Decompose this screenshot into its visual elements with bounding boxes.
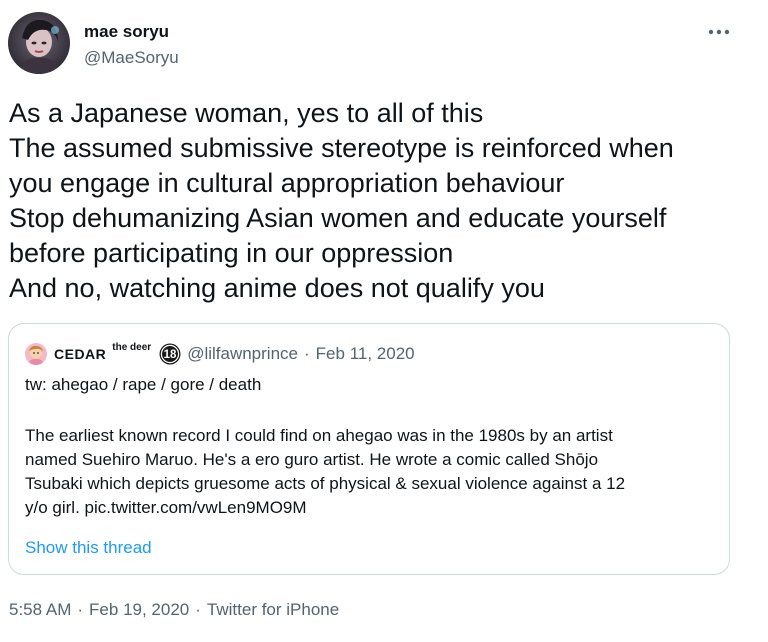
author-display-name[interactable]: mae soryu	[84, 22, 169, 42]
quoted-text-line: named Suehiro Maruo. He's a ero guro art…	[25, 450, 599, 469]
author-handle: @MaeSoryu	[84, 48, 179, 67]
tweet-text-line: As a Japanese woman, yes to all of this	[9, 98, 484, 128]
meta-separator: ·	[77, 600, 84, 619]
quoted-date[interactable]: Feb 11, 2020	[316, 344, 415, 364]
author-avatar[interactable]	[8, 12, 70, 74]
quoted-text-line: y/o girl. pic.twitter.com/vwLen9MO9M	[25, 498, 307, 517]
tweet: mae soryu @MaeSoryu As a Japanese woman,…	[0, 0, 768, 642]
quoted-author-display-name[interactable]: CEDAR	[54, 346, 106, 362]
quoted-text-line: The earliest known record I could find o…	[25, 426, 613, 445]
tweet-metadata: 5:58 AM · Feb 19, 2020 · Twitter for iPhone	[9, 600, 339, 620]
tweet-text: As a Japanese woman, yes to all of this …	[9, 96, 749, 306]
tweet-text-line: Stop dehumanizing Asian women and educat…	[9, 203, 667, 233]
tweet-text-line: And no, watching anime does not qualify …	[9, 273, 545, 303]
badge-label: 18	[164, 349, 177, 361]
tweet-text-line: before participating in our oppression	[9, 238, 454, 268]
tweet-header: mae soryu @MaeSoryu	[8, 12, 748, 76]
quoted-separator: ·	[304, 344, 310, 363]
tweet-text-line: The assumed submissive stereotype is rei…	[9, 133, 674, 163]
quoted-tweet-card[interactable]: CEDAR the deer 18 @lilfawnprince · Feb 1…	[8, 323, 730, 575]
quoted-tweet-text: The earliest known record I could find o…	[25, 424, 715, 520]
tweet-time[interactable]: 5:58 AM	[9, 600, 71, 619]
quoted-author-avatar[interactable]	[25, 343, 47, 365]
quoted-text-line: Tsubaki which depicts gruesome acts of p…	[25, 474, 626, 493]
circled-18-badge-icon: 18	[159, 343, 181, 365]
tweet-text-line: you engage in cultural appropriation beh…	[9, 168, 565, 198]
quoted-author-handle: @lilfawnprince	[187, 344, 298, 363]
quoted-tweet-header: CEDAR the deer 18 @lilfawnprince · Feb 1…	[25, 342, 415, 366]
more-options-button[interactable]	[704, 20, 734, 44]
quoted-content-warning: tw: ahegao / rape / gore / death	[25, 375, 262, 394]
meta-separator: ·	[195, 600, 201, 619]
tweet-date[interactable]: Feb 19, 2020	[89, 600, 189, 619]
more-horizontal-icon	[708, 29, 730, 35]
quoted-author-name-superscript: the deer	[112, 341, 152, 353]
tweet-source[interactable]: Twitter for iPhone	[207, 600, 339, 619]
show-this-thread-link[interactable]: Show this thread	[25, 538, 152, 558]
